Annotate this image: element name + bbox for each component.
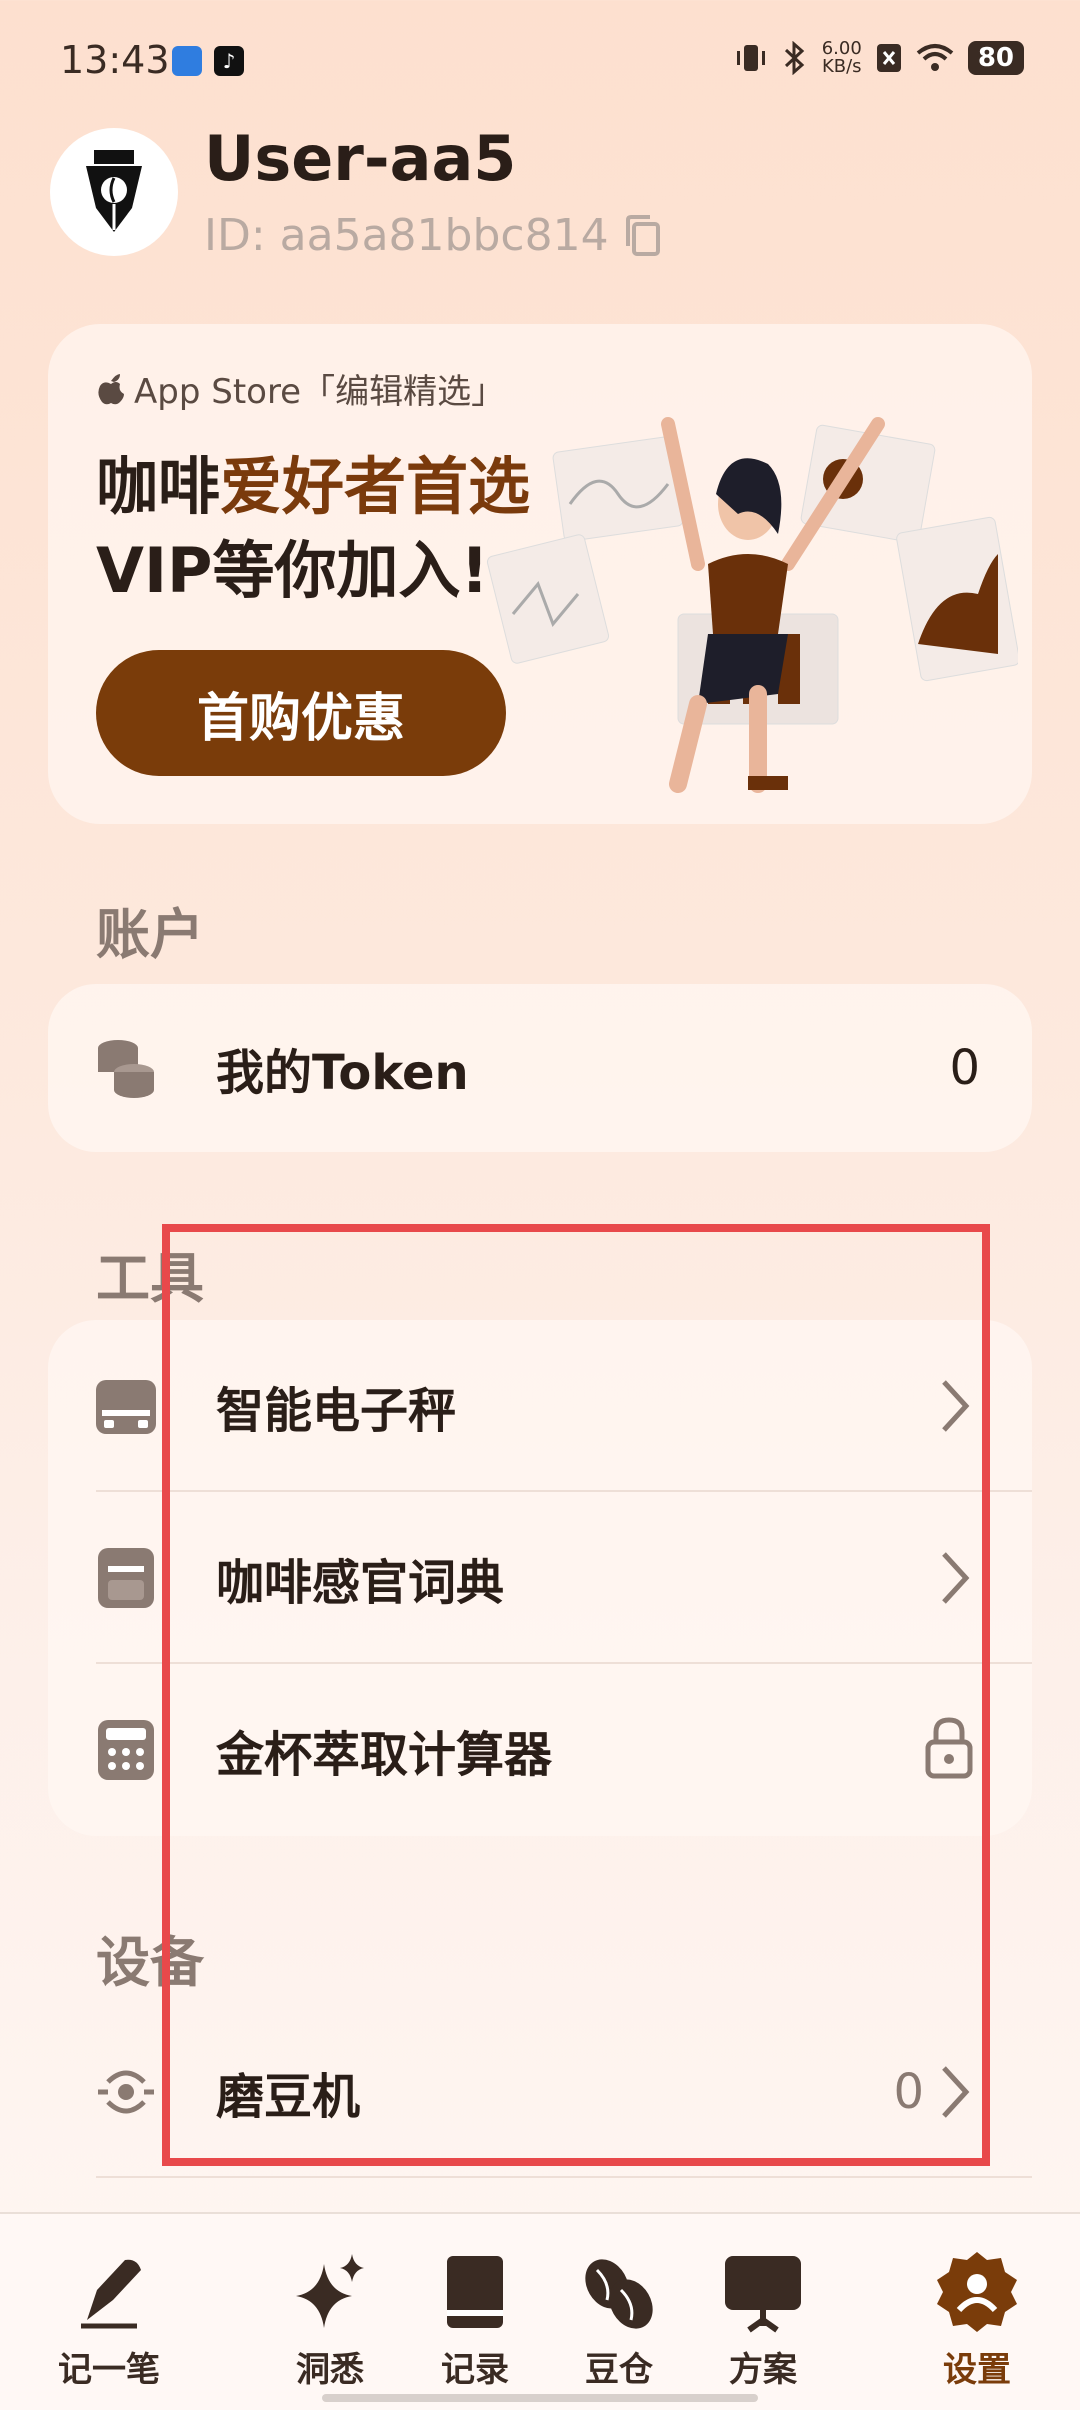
book-icon xyxy=(98,1548,154,1608)
home-indicator[interactable] xyxy=(322,2394,758,2402)
wifi-icon xyxy=(916,44,954,71)
status-icons: 6.00 KB/s 80 xyxy=(734,40,1024,76)
token-row[interactable]: 我的Token 0 xyxy=(48,984,1032,1152)
nav-item-records[interactable]: 记录 xyxy=(410,2250,540,2391)
user-id: ID: aa5a81bbc814 xyxy=(204,210,609,261)
vibrate-icon xyxy=(736,45,765,71)
notebook-icon xyxy=(447,2256,503,2328)
settings-user-icon xyxy=(937,2252,1017,2332)
apple-icon xyxy=(98,373,124,404)
promo-headline-2: VIP等你加入! xyxy=(96,534,489,607)
nav-item-recipes[interactable]: 方案 xyxy=(698,2250,828,2391)
account-card: 我的Token 0 xyxy=(48,984,1032,1152)
scale-icon xyxy=(96,1380,156,1434)
bottom-nav: 记一笔 洞悉 记录 豆仓 方案 设置 xyxy=(0,2212,1080,2410)
section-title-account: 账户 xyxy=(96,903,204,966)
token-value: 0 xyxy=(949,1040,980,1096)
first-purchase-button[interactable]: 首购优惠 xyxy=(96,650,506,776)
sparkle-icon xyxy=(296,2254,364,2328)
app-store-label: App Store「编辑精选」 xyxy=(134,372,506,412)
notification-app-icon xyxy=(172,46,202,76)
app-store-badge: App Store「编辑精选」 xyxy=(96,364,505,413)
vip-promo-card[interactable]: App Store「编辑精选」 咖啡爱好者首选 VIP等你加入! 首购优惠 xyxy=(48,324,1032,824)
username: User-aa5 xyxy=(204,122,517,195)
status-time: 13:43 xyxy=(60,38,170,82)
copy-icon[interactable] xyxy=(624,214,664,258)
nav-item-record-entry[interactable]: 记一笔 xyxy=(44,2250,174,2391)
coins-stack-icon xyxy=(98,1040,154,1098)
tiktok-icon: ♪ xyxy=(214,46,244,76)
coffee-bean-icon xyxy=(585,2259,653,2329)
celebrating-woman-illustration xyxy=(486,417,1018,793)
presentation-board-icon xyxy=(725,2256,801,2333)
highlight-box xyxy=(162,1224,990,2166)
calculator-icon xyxy=(98,1720,154,1780)
nav-item-insights[interactable]: 洞悉 xyxy=(265,2250,395,2391)
avatar[interactable] xyxy=(50,128,178,256)
battery-indicator: 80 xyxy=(967,41,1024,75)
token-label: 我的Token xyxy=(216,1045,469,1101)
sim-x-icon xyxy=(876,44,901,72)
nav-item-settings[interactable]: 设置 xyxy=(912,2250,1042,2391)
grinder-sensor-icon xyxy=(98,2070,154,2114)
network-speed: 6.00 KB/s xyxy=(821,38,862,77)
bluetooth-icon xyxy=(784,41,804,75)
divider xyxy=(96,2176,1032,2178)
nav-item-bean-storage[interactable]: 豆仓 xyxy=(554,2250,684,2391)
pen-nib-logo-icon xyxy=(86,150,142,232)
pen-icon xyxy=(81,2259,141,2329)
